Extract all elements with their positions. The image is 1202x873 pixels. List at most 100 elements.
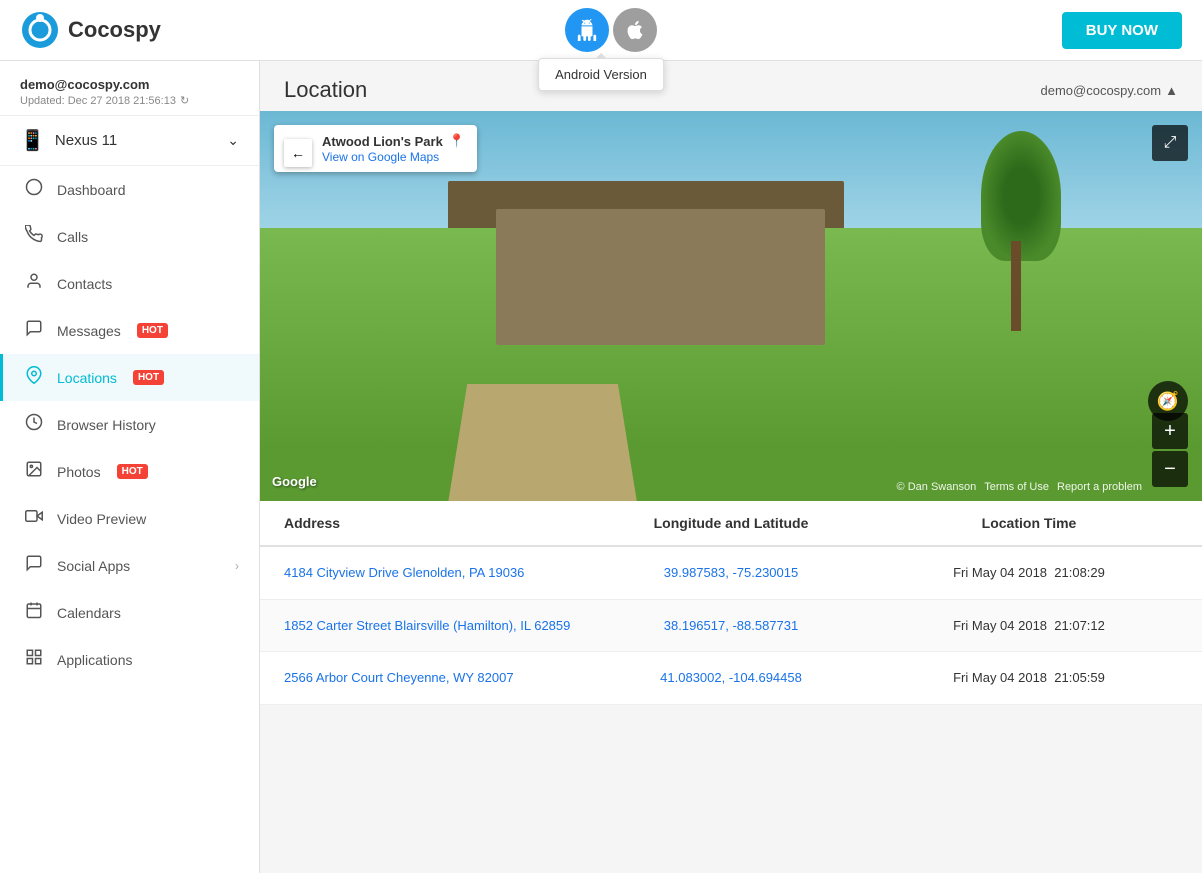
sidebar-item-social-apps[interactable]: Social Apps › — [0, 542, 259, 589]
arrow-icon-social-apps: › — [235, 559, 239, 573]
table-col-time: Location Time — [880, 515, 1178, 531]
location-table: Address Longitude and Latitude Location … — [260, 501, 1202, 705]
content-user-chevron-icon[interactable]: ▲ — [1165, 83, 1178, 98]
hot-badge-messages: HOT — [137, 323, 168, 338]
sidebar-item-applications[interactable]: Applications — [0, 636, 259, 683]
table-row: 4184 Cityview Drive Glenolden, PA 19036 … — [260, 547, 1202, 600]
address-cell[interactable]: 2566 Arbor Court Cheyenne, WY 82007 — [284, 668, 582, 688]
time-cell: Fri May 04 2018 21:07:12 — [880, 618, 1178, 633]
sidebar-item-contacts[interactable]: Contacts — [0, 260, 259, 307]
photos-icon — [23, 460, 45, 483]
sidebar-updated: Updated: Dec 27 2018 21:56:13 ↻ — [20, 94, 239, 107]
sidebar-item-messages[interactable]: Messages HOT — [0, 307, 259, 354]
logo-area: Cocospy — [20, 10, 161, 50]
map-place-name: Atwood Lion's Park 📍 — [322, 133, 465, 149]
address-cell[interactable]: 4184 Cityview Drive Glenolden, PA 19036 — [284, 563, 582, 583]
logo-text: Cocospy — [68, 17, 161, 43]
map-terms-link[interactable]: Terms of Use — [984, 481, 1049, 493]
platform-buttons: Android Version — [161, 8, 1062, 52]
map-tree — [981, 131, 1061, 331]
locations-icon — [23, 366, 45, 389]
device-info: 📱 Nexus 11 — [20, 128, 117, 153]
header: Cocospy Android Version BUY NOW — [0, 0, 1202, 61]
calendars-icon — [23, 601, 45, 624]
applications-icon — [23, 648, 45, 671]
sidebar-item-label-browser-history: Browser History — [57, 417, 156, 433]
sidebar-item-label-contacts: Contacts — [57, 276, 112, 292]
hot-badge-photos: HOT — [117, 464, 148, 479]
map-google-logo: Google — [272, 474, 317, 489]
table-row: 1852 Carter Street Blairsville (Hamilton… — [260, 600, 1202, 653]
time-cell: Fri May 04 2018 21:08:29 — [880, 565, 1178, 580]
device-section: 📱 Nexus 11 ⌄ — [0, 116, 259, 166]
sidebar-item-label-locations: Locations — [57, 370, 117, 386]
map-path — [448, 384, 636, 501]
android-tooltip: Android Version — [538, 58, 664, 91]
device-dropdown-icon[interactable]: ⌄ — [227, 132, 239, 149]
video-preview-icon — [23, 507, 45, 530]
sidebar-item-calls[interactable]: Calls — [0, 213, 259, 260]
map-container: ← Atwood Lion's Park 📍 View on Google Ma… — [260, 111, 1202, 501]
sidebar-item-label-photos: Photos — [57, 464, 101, 480]
android-button[interactable] — [565, 8, 609, 52]
map-zoom-in-button[interactable]: + — [1152, 413, 1188, 449]
social-apps-icon — [23, 554, 45, 577]
tree-canopy — [981, 131, 1061, 261]
sidebar-item-label-messages: Messages — [57, 323, 121, 339]
calls-icon — [23, 225, 45, 248]
sidebar-item-photos[interactable]: Photos HOT — [0, 448, 259, 495]
sidebar-item-browser-history[interactable]: Browser History — [0, 401, 259, 448]
device-name: Nexus 11 — [55, 132, 117, 149]
sidebar-item-label-calendars: Calendars — [57, 605, 121, 621]
coords-cell[interactable]: 38.196517, -88.587731 — [582, 618, 880, 633]
content-area: Location demo@cocospy.com ▲ ← — [260, 61, 1202, 873]
sidebar-item-label-video-preview: Video Preview — [57, 511, 146, 527]
sidebar: demo@cocospy.com Updated: Dec 27 2018 21… — [0, 61, 260, 873]
sidebar-item-dashboard[interactable]: Dashboard — [0, 166, 259, 213]
address-cell[interactable]: 1852 Carter Street Blairsville (Hamilton… — [284, 616, 582, 636]
cocospy-logo-icon — [20, 10, 60, 50]
tree-trunk — [1011, 241, 1021, 331]
sidebar-item-label-dashboard: Dashboard — [57, 182, 126, 198]
content-header: Location demo@cocospy.com ▲ — [260, 61, 1202, 111]
view-on-google-maps-link[interactable]: View on Google Maps — [322, 150, 439, 164]
sidebar-item-label-calls: Calls — [57, 229, 88, 245]
map-fullscreen-button[interactable]: ⤢ — [1152, 125, 1188, 161]
map-back-button[interactable]: ← — [284, 139, 312, 167]
dashboard-icon — [23, 178, 45, 201]
table-col-coords: Longitude and Latitude — [582, 515, 880, 531]
map-attribution: © Dan Swanson Terms of Use Report a prob… — [897, 481, 1142, 493]
content-user-info: demo@cocospy.com ▲ — [1041, 83, 1179, 98]
map-shelter — [496, 209, 826, 346]
messages-icon — [23, 319, 45, 342]
coords-cell[interactable]: 39.987583, -75.230015 — [582, 565, 880, 580]
sidebar-item-calendars[interactable]: Calendars — [0, 589, 259, 636]
table-header: Address Longitude and Latitude Location … — [260, 501, 1202, 547]
map-info-box: ← Atwood Lion's Park 📍 View on Google Ma… — [274, 125, 477, 172]
device-icon: 📱 — [20, 128, 45, 153]
browser-history-icon — [23, 413, 45, 436]
coords-cell[interactable]: 41.083002, -104.694458 — [582, 670, 880, 685]
refresh-icon[interactable]: ↻ — [180, 94, 189, 107]
nav-container: DashboardCallsContactsMessagesHOTLocatio… — [0, 166, 259, 683]
sidebar-user-info: demo@cocospy.com Updated: Dec 27 2018 21… — [0, 61, 259, 116]
buy-now-button[interactable]: BUY NOW — [1062, 12, 1182, 49]
table-col-address: Address — [284, 515, 582, 531]
contacts-icon — [23, 272, 45, 295]
sidebar-item-video-preview[interactable]: Video Preview — [0, 495, 259, 542]
map-zoom-controls: + − — [1152, 413, 1188, 487]
map-report-link[interactable]: Report a problem — [1057, 481, 1142, 493]
time-cell: Fri May 04 2018 21:05:59 — [880, 670, 1178, 685]
sidebar-item-locations[interactable]: Locations HOT — [0, 354, 259, 401]
map-zoom-out-button[interactable]: − — [1152, 451, 1188, 487]
sidebar-email: demo@cocospy.com — [20, 77, 239, 92]
page-title: Location — [284, 77, 367, 103]
hot-badge-locations: HOT — [133, 370, 164, 385]
sidebar-item-label-social-apps: Social Apps — [57, 558, 130, 574]
map-pin-icon: 📍 — [449, 133, 465, 149]
main-layout: demo@cocospy.com Updated: Dec 27 2018 21… — [0, 61, 1202, 873]
table-body: 4184 Cityview Drive Glenolden, PA 19036 … — [260, 547, 1202, 705]
table-row: 2566 Arbor Court Cheyenne, WY 82007 41.0… — [260, 652, 1202, 705]
sidebar-item-label-applications: Applications — [57, 652, 133, 668]
ios-button[interactable] — [613, 8, 657, 52]
